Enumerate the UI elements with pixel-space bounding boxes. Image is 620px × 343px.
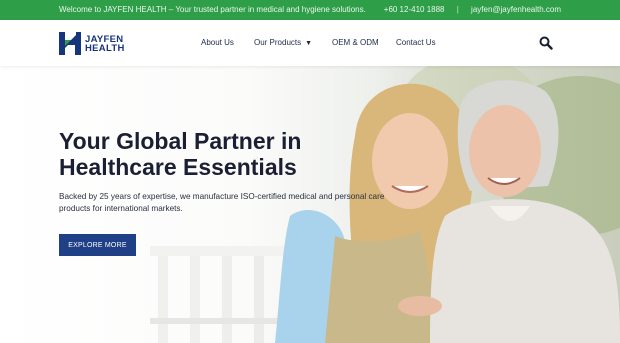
welcome-text: Welcome to JAYFEN HEALTH – Your trusted … — [59, 5, 366, 14]
nav-our-products-label: Our Products — [254, 38, 302, 47]
search-icon[interactable] — [539, 36, 553, 50]
hero-title: Your Global Partner in Healthcare Essent… — [59, 128, 302, 180]
contact-separator: | — [456, 5, 459, 14]
chevron-down-icon: ▼ — [305, 40, 313, 47]
hero-section: Your Global Partner in Healthcare Essent… — [0, 66, 620, 343]
top-info-bar: Welcome to JAYFEN HEALTH – Your trusted … — [0, 0, 620, 20]
site-header: JAYFEN HEALTH About Us Our Products ▼ OEM… — [0, 20, 620, 66]
nav-contact-us[interactable]: Contact Us — [396, 38, 436, 47]
brand-logo[interactable]: JAYFEN HEALTH — [59, 32, 125, 55]
phone-link[interactable]: +60 12-410 1888 — [384, 5, 445, 14]
hero-subtitle: Backed by 25 years of expertise, we manu… — [59, 192, 385, 213]
explore-more-button[interactable]: EXPLORE MORE — [59, 234, 136, 256]
brand-name: JAYFEN HEALTH — [85, 34, 125, 54]
logo-mark-icon — [59, 32, 81, 55]
contact-info: +60 12-410 1888 | jayfen@jayfenhealth.co… — [384, 5, 561, 14]
email-link[interactable]: jayfen@jayfenhealth.com — [471, 5, 561, 14]
nav-about-us[interactable]: About Us — [201, 38, 234, 47]
brand-line2: HEALTH — [85, 42, 125, 54]
nav-oem-odm[interactable]: OEM & ODM — [332, 38, 379, 47]
nav-our-products[interactable]: Our Products ▼ — [254, 38, 312, 47]
